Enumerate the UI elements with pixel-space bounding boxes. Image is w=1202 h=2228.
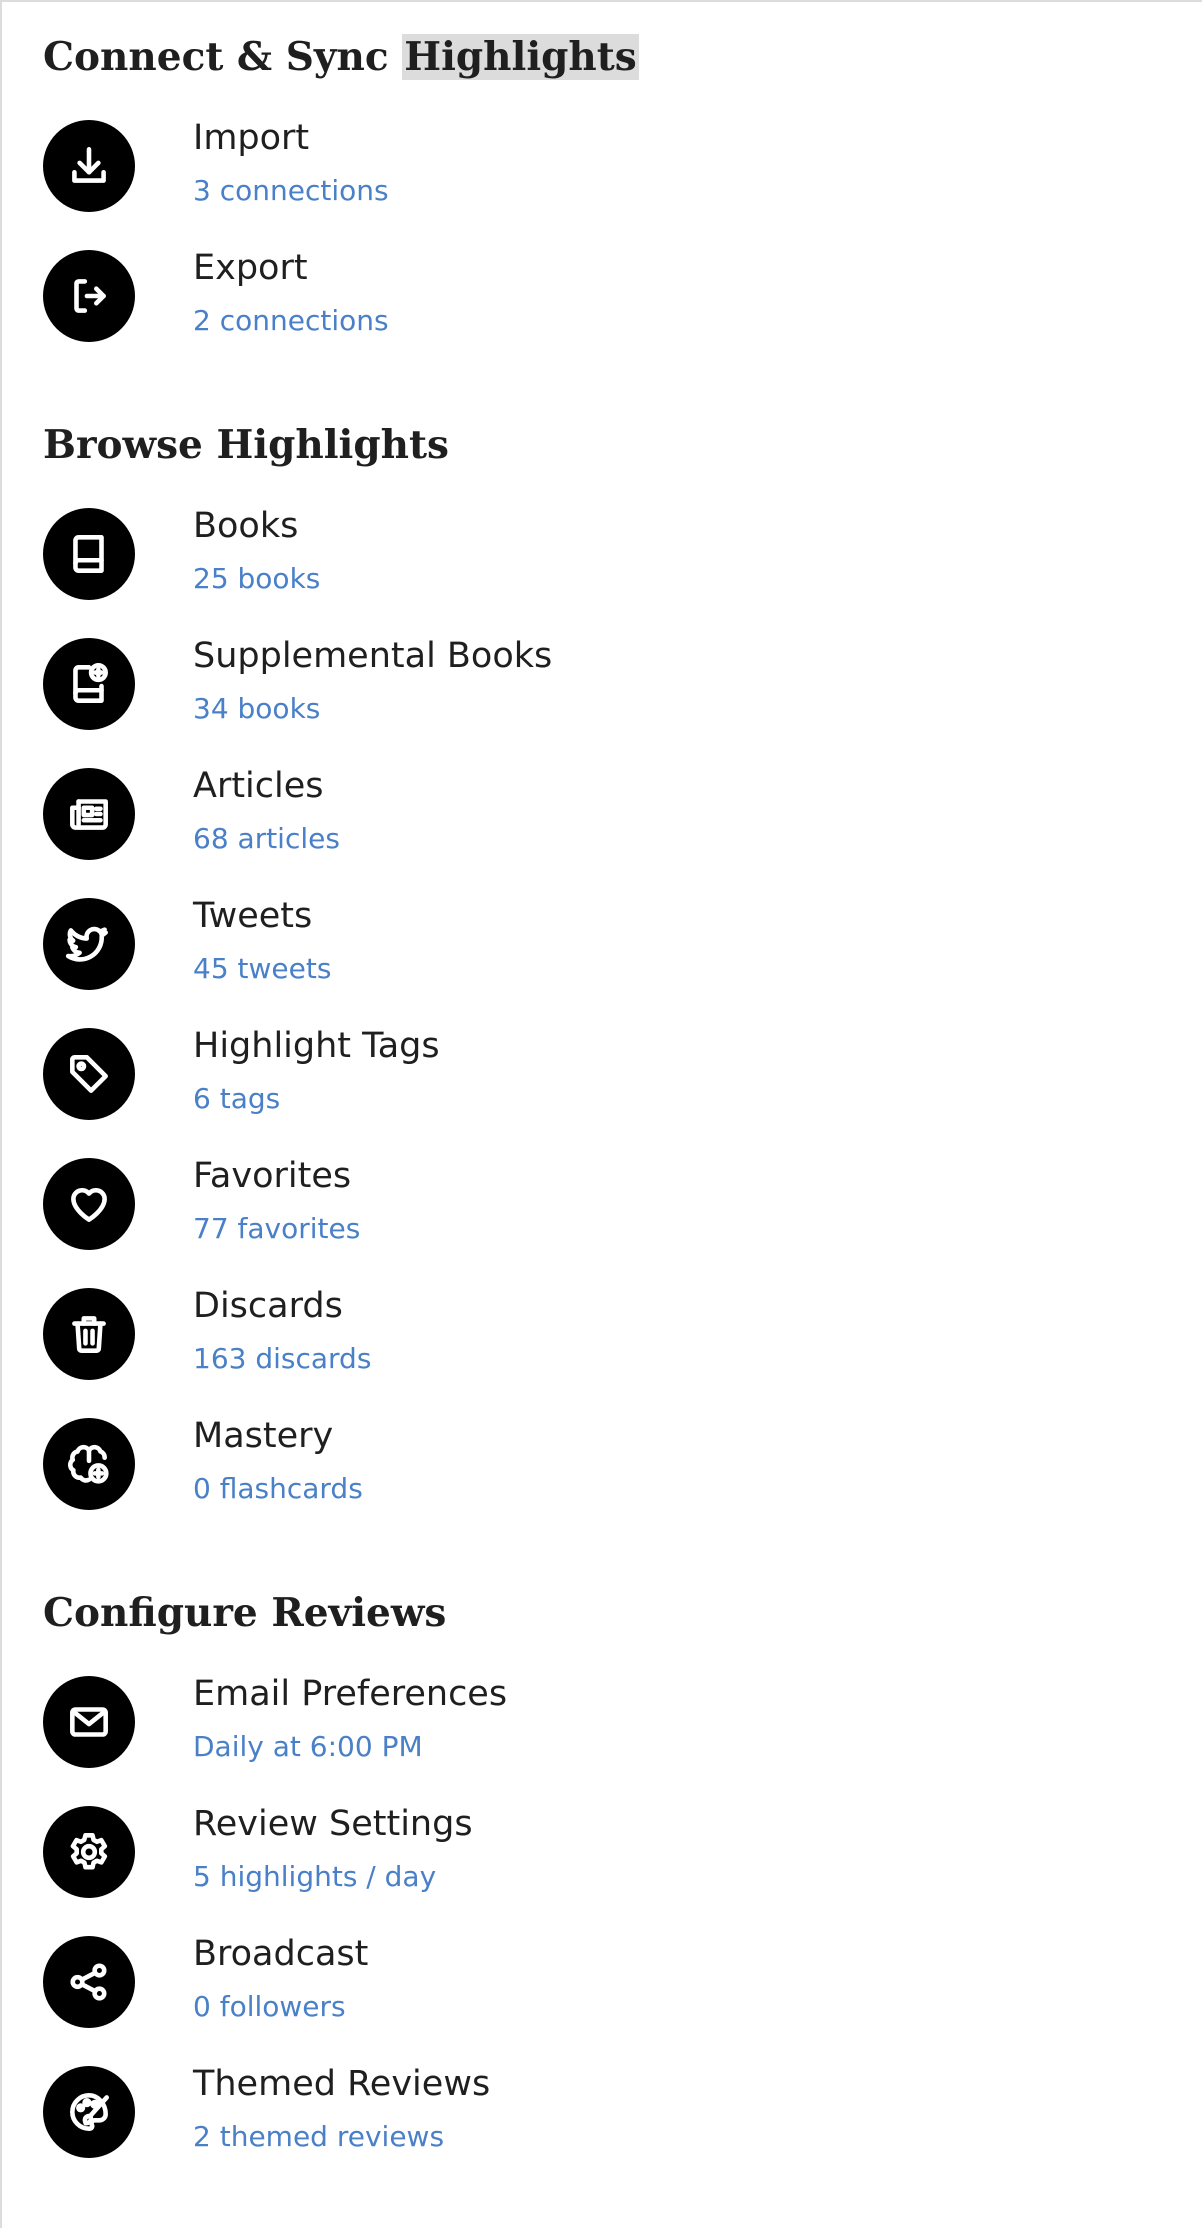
brain-plus-icon: [43, 1418, 135, 1510]
item-subtitle[interactable]: 77 favorites: [193, 1212, 360, 1245]
item-label: Import: [193, 118, 310, 158]
heart-icon: [43, 1158, 135, 1250]
item-label: Review Settings: [193, 1804, 473, 1844]
item-subtitle[interactable]: 6 tags: [193, 1082, 280, 1115]
item-label: Favorites: [193, 1156, 352, 1196]
newspaper-icon: [43, 768, 135, 860]
item-subtitle[interactable]: 34 books: [193, 692, 320, 725]
item-label: Supplemental Books: [193, 636, 553, 676]
section-title: Browse Highlights: [43, 422, 449, 468]
item-subtitle[interactable]: Daily at 6:00 PM: [193, 1730, 423, 1763]
import-icon: [43, 120, 135, 212]
item-subtitle[interactable]: 3 connections: [193, 174, 389, 207]
item-label: Export: [193, 248, 308, 288]
share-icon: [43, 1936, 135, 2028]
item-label: Books: [193, 506, 299, 546]
item-subtitle[interactable]: 2 themed reviews: [193, 2120, 444, 2153]
gear-icon: [43, 1806, 135, 1898]
book-icon: [43, 508, 135, 600]
tag-icon: [43, 1028, 135, 1120]
item-label: Themed Reviews: [193, 2064, 491, 2104]
section-browse-highlights: Browse Highlights Books 25 books Supplem…: [43, 416, 1202, 1510]
item-subtitle[interactable]: 25 books: [193, 562, 320, 595]
item-subtitle[interactable]: 5 highlights / day: [193, 1860, 436, 1893]
export-icon: [43, 250, 135, 342]
item-label: Email Preferences: [193, 1674, 508, 1714]
item-subtitle[interactable]: 163 discards: [193, 1342, 371, 1375]
item-subtitle[interactable]: 68 articles: [193, 822, 340, 855]
trash-icon: [43, 1288, 135, 1380]
item-label: Mastery: [193, 1416, 334, 1456]
title-highlight: Highlights: [402, 34, 639, 80]
section-configure-reviews: Configure Reviews Email Preferences Dail…: [43, 1584, 1202, 2158]
item-subtitle[interactable]: 0 followers: [193, 1990, 346, 2023]
item-label: Broadcast: [193, 1934, 369, 1974]
item-subtitle[interactable]: 0 flashcards: [193, 1472, 363, 1505]
book-plus-icon: [43, 638, 135, 730]
item-subtitle[interactable]: 2 connections: [193, 304, 389, 337]
section-title: Connect & Sync Highlights: [43, 34, 639, 80]
section-title: Configure Reviews: [43, 1590, 447, 1636]
palette-icon: [43, 2066, 135, 2158]
section-connect-sync: Connect & Sync Highlights Import 3 conne…: [43, 28, 1202, 342]
item-subtitle[interactable]: 45 tweets: [193, 952, 331, 985]
item-label: Articles: [193, 766, 324, 806]
item-label: Highlight Tags: [193, 1026, 440, 1066]
mail-icon: [43, 1676, 135, 1768]
twitter-icon: [43, 898, 135, 990]
item-label: Discards: [193, 1286, 343, 1326]
item-label: Tweets: [193, 896, 313, 936]
